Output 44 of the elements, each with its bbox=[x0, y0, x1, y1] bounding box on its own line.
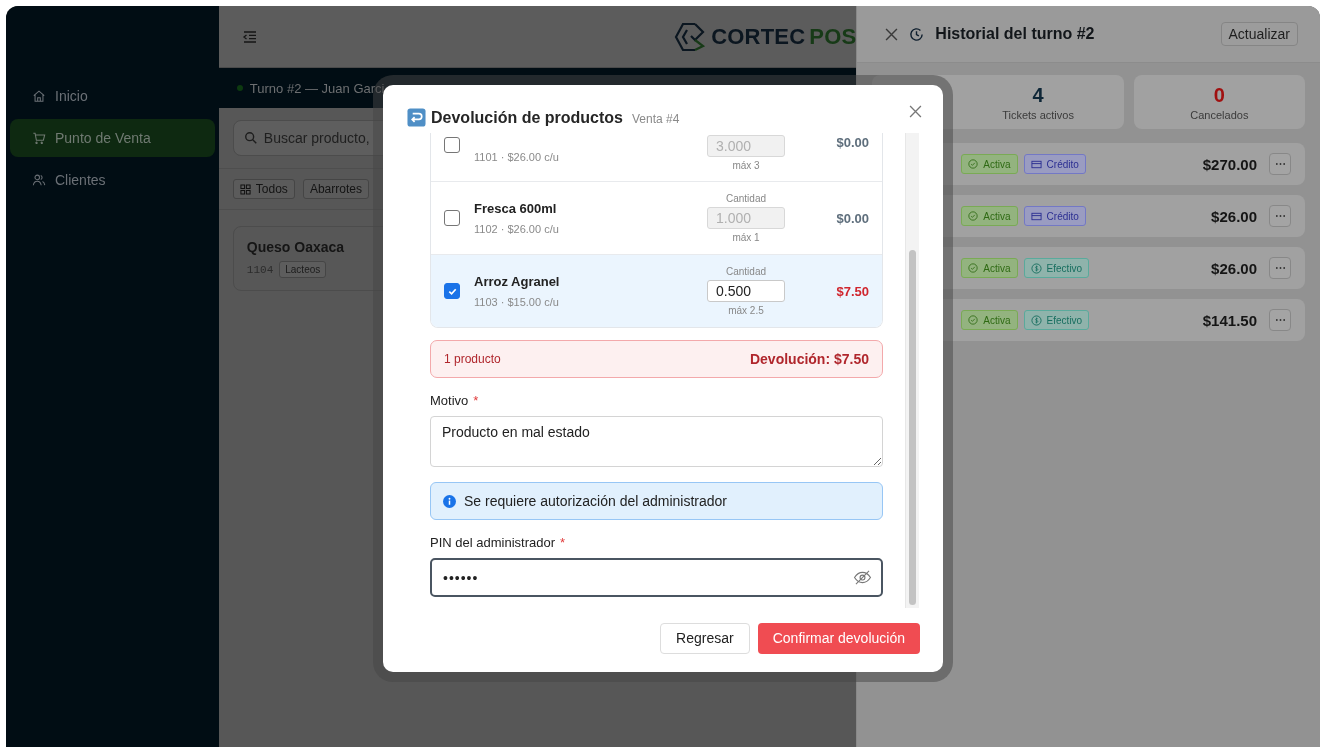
product-count: 1 producto bbox=[444, 352, 501, 366]
quantity-label: Cantidad bbox=[726, 193, 766, 204]
product-price: 1102 · $26.00 c/u bbox=[474, 223, 560, 235]
field-label: Motivo bbox=[430, 393, 469, 408]
logo-text: POS bbox=[809, 23, 857, 50]
quantity-label: Cantidad bbox=[726, 266, 766, 277]
return-total: Devolución: $7.50 bbox=[749, 351, 869, 367]
return-amount: $7.50 bbox=[835, 283, 869, 299]
status-badge: Activa bbox=[961, 258, 1018, 278]
status-badge: Activa bbox=[961, 154, 1018, 174]
return-amount: $0.00 bbox=[835, 210, 869, 226]
required-mark: * bbox=[473, 393, 479, 408]
panel-title: Historial del turno #2 bbox=[935, 25, 1096, 43]
return-amount: $0.00 bbox=[835, 135, 869, 150]
required-mark: * bbox=[560, 535, 566, 550]
stat-value: 4 bbox=[1032, 83, 1044, 107]
ticket-total: $270.00 bbox=[1202, 155, 1257, 173]
payment-badge: Efectivo bbox=[1023, 310, 1090, 330]
sale-number: Venta #4 bbox=[632, 112, 680, 127]
stat-value: 0 bbox=[1213, 83, 1225, 107]
dialog-title: Devolución de productos bbox=[431, 109, 623, 127]
product-price: 1103 · $15.00 c/u bbox=[474, 296, 560, 308]
status-badge: Activa bbox=[961, 206, 1018, 226]
max-quantity: máx 1 bbox=[732, 232, 760, 243]
product-name: Queso Oaxaca bbox=[246, 239, 346, 255]
field-label: PIN del administrador bbox=[430, 535, 555, 550]
product-price: 1101 · $26.00 c/u bbox=[474, 151, 560, 163]
status-badge: Activa bbox=[961, 310, 1018, 330]
payment-badge: Crédito bbox=[1023, 154, 1086, 174]
ticket-total: $26.00 bbox=[1211, 259, 1257, 277]
logo-text: CORTEC bbox=[711, 23, 806, 50]
product-name: Fresca 600ml bbox=[474, 201, 558, 216]
max-quantity: máx 3 bbox=[732, 160, 760, 171]
payment-badge: Efectivo bbox=[1023, 258, 1090, 278]
notice-text: Se requiere autorización del administrador bbox=[464, 493, 728, 509]
payment-badge: Crédito bbox=[1023, 206, 1086, 226]
max-quantity: máx 2.5 bbox=[728, 305, 764, 316]
product-name: Arroz Agranel bbox=[474, 274, 561, 289]
stat-label: Tickets activos bbox=[1002, 108, 1074, 121]
category-tag: Lacteos bbox=[279, 261, 327, 278]
ticket-total: $26.00 bbox=[1211, 207, 1257, 225]
shift-label: Turno #2 — Juan Garci bbox=[249, 80, 385, 96]
stat-label: Cancelados bbox=[1190, 108, 1249, 121]
ticket-total: $141.50 bbox=[1202, 311, 1257, 329]
